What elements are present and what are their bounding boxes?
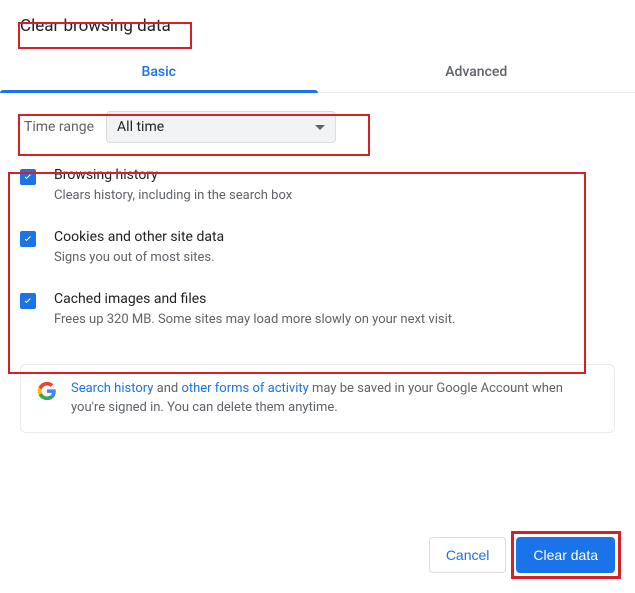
google-account-info: Search history and other forms of activi… (20, 364, 615, 433)
item-title: Cookies and other site data (54, 229, 224, 245)
item-title: Cached images and files (54, 291, 455, 307)
list-item: Browsing history Clears history, includi… (20, 167, 615, 205)
checkbox-list: Browsing history Clears history, includi… (20, 163, 615, 346)
dialog-body: Time range All time Browsing history Cle… (0, 93, 635, 433)
info-text: Search history and other forms of activi… (71, 379, 598, 418)
item-description: Frees up 320 MB. Some sites may load mor… (54, 311, 455, 329)
search-history-link[interactable]: Search history (71, 381, 153, 396)
checkbox-browsing-history[interactable] (20, 169, 36, 185)
checkbox-cookies[interactable] (20, 231, 36, 247)
list-item: Cookies and other site data Signs you ou… (20, 229, 615, 267)
dialog-footer: Cancel Clear data (429, 537, 615, 573)
checkmark-icon (22, 295, 34, 307)
clear-data-button[interactable]: Clear data (516, 537, 615, 573)
clear-browsing-data-dialog: Clear browsing data Basic Advanced Time … (0, 0, 635, 593)
time-range-label: Time range (20, 119, 94, 135)
tab-basic[interactable]: Basic (0, 52, 318, 92)
google-logo-icon (37, 381, 57, 401)
time-range-value: All time (117, 119, 164, 135)
item-description: Clears history, including in the search … (54, 187, 292, 205)
other-activity-link[interactable]: other forms of activity (181, 381, 308, 396)
cancel-button[interactable]: Cancel (429, 537, 507, 573)
item-title: Browsing history (54, 167, 292, 183)
time-range-select[interactable]: All time (106, 111, 336, 143)
dropdown-icon (315, 125, 325, 130)
item-description: Signs you out of most sites. (54, 249, 224, 267)
time-range-row: Time range All time (20, 111, 615, 143)
tab-advanced[interactable]: Advanced (318, 52, 635, 92)
list-item: Cached images and files Frees up 320 MB.… (20, 291, 615, 329)
dialog-title: Clear browsing data (0, 0, 191, 44)
checkmark-icon (22, 233, 34, 245)
checkbox-cached[interactable] (20, 293, 36, 309)
checkmark-icon (22, 171, 34, 183)
tab-bar: Basic Advanced (0, 52, 635, 93)
